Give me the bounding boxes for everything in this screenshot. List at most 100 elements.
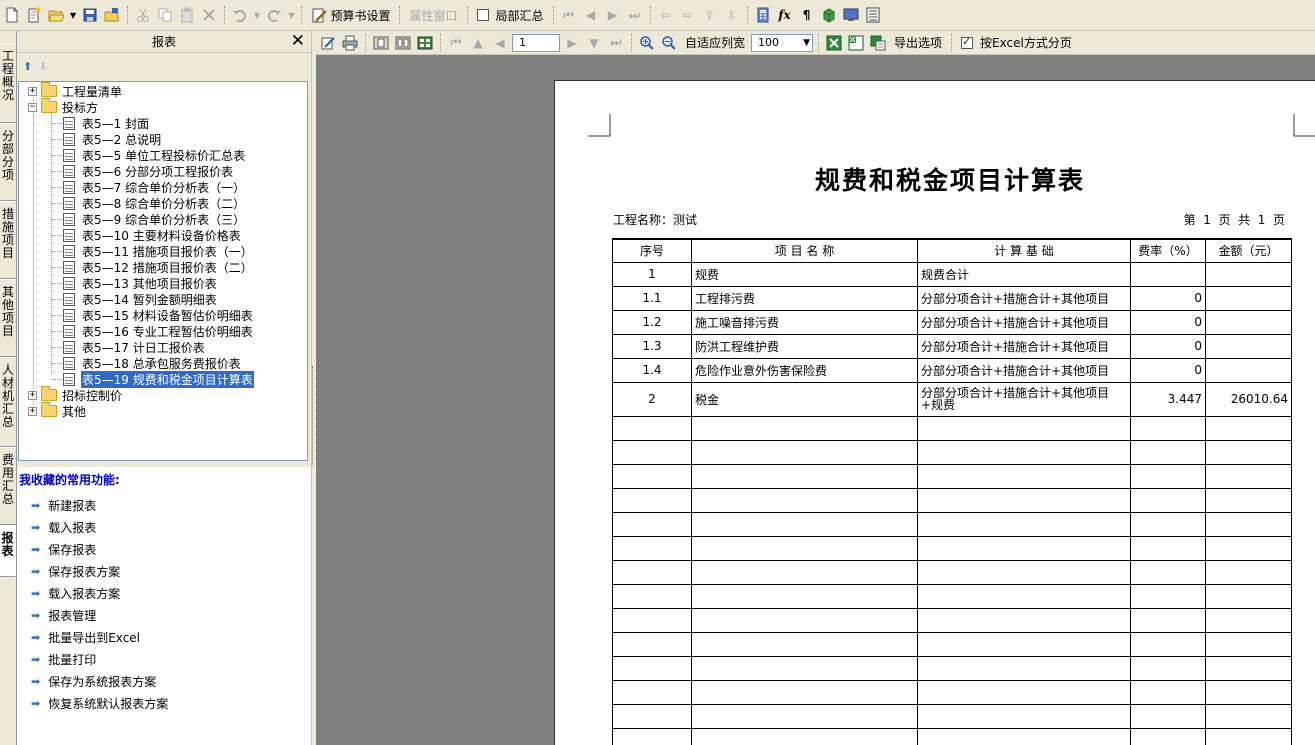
tree-report-item[interactable]: 表5—10 主要材料设备价格表: [63, 227, 242, 243]
next-record-icon[interactable]: ▶: [603, 4, 623, 26]
delete-icon[interactable]: [199, 4, 219, 26]
export-excel-icon[interactable]: [824, 32, 844, 54]
last-record-icon[interactable]: ⏭: [625, 4, 645, 26]
single-page-icon[interactable]: [371, 32, 391, 54]
open-folder-icon[interactable]: [46, 4, 66, 26]
page-number-input[interactable]: 1: [512, 33, 560, 52]
tree-folder[interactable]: + 其他: [28, 402, 87, 419]
zoom-out-icon[interactable]: [659, 32, 679, 54]
tree-report-item[interactable]: 表5—2 总说明: [63, 131, 162, 147]
arrow-left-icon[interactable]: ⇦: [656, 4, 676, 26]
prev-record-icon[interactable]: ◀: [581, 4, 601, 26]
last-page-icon[interactable]: ⏭: [606, 32, 626, 54]
favorite-item[interactable]: ➡ 报表管理: [31, 607, 96, 623]
move-up-icon[interactable]: ⬆: [23, 60, 32, 73]
tree-report-item[interactable]: 表5—13 其他项目报价表: [63, 275, 218, 291]
arrow-right-icon[interactable]: ⇨: [678, 4, 698, 26]
favorite-item[interactable]: ➡ 载入报表方案: [31, 585, 120, 601]
list-icon[interactable]: [863, 4, 883, 26]
property-window-button[interactable]: 属性窗口: [405, 4, 461, 26]
tree-report-item[interactable]: 表5—6 分部分项工程报价表: [63, 163, 234, 179]
undo-icon[interactable]: [230, 4, 250, 26]
cut-icon[interactable]: [133, 4, 153, 26]
paragraph-icon[interactable]: ¶: [797, 4, 817, 26]
tree-report-item[interactable]: 表5—8 综合单价分析表（二）: [63, 195, 246, 211]
copy-icon[interactable]: [155, 4, 175, 26]
expand-icon[interactable]: +: [28, 86, 37, 96]
arrow-up-icon[interactable]: ⇧: [700, 4, 720, 26]
tree-folder[interactable]: + 工程量清单: [28, 82, 123, 99]
next-page-icon[interactable]: ▶: [562, 32, 582, 54]
favorite-item[interactable]: ➡ 批量打印: [31, 651, 96, 667]
calculator-icon[interactable]: [753, 4, 773, 26]
next-section-icon[interactable]: ▼: [584, 32, 604, 54]
collapse-icon[interactable]: −: [28, 102, 37, 112]
export-excel-sheet-icon[interactable]: [846, 32, 866, 54]
chevron-down-icon[interactable]: ▼: [803, 35, 810, 51]
expand-icon[interactable]: +: [28, 406, 37, 416]
tree-report-item[interactable]: 表5—1 封面: [63, 115, 150, 131]
new-icon[interactable]: [2, 4, 22, 26]
first-record-icon[interactable]: ⏮: [559, 4, 579, 26]
tree-report-item[interactable]: 表5—5 单位工程投标价汇总表: [63, 147, 246, 163]
tree-report-item[interactable]: 表5—9 综合单价分析表（三）: [63, 211, 246, 227]
close-icon[interactable]: ✕: [291, 32, 305, 50]
tab-other-items[interactable]: 其他项目: [0, 279, 16, 357]
redo-dropdown-icon[interactable]: ▼: [286, 4, 296, 26]
two-pages-icon[interactable]: [393, 32, 413, 54]
favorite-item[interactable]: ➡ 保存为系统报表方案: [31, 673, 156, 689]
favorite-item[interactable]: ➡ 恢复系统默认报表方案: [31, 695, 168, 711]
tab-cost-summary[interactable]: 费用汇总: [0, 447, 16, 525]
tab-sub-items[interactable]: 分部分项: [0, 123, 16, 201]
tree-report-item[interactable]: 表5—16 专业工程暂估价明细表: [63, 323, 254, 339]
move-down-icon[interactable]: ⬇: [38, 60, 47, 73]
redo-icon[interactable]: [264, 4, 284, 26]
budget-settings-button[interactable]: 预算书设置: [307, 4, 394, 26]
report-preview-canvas[interactable]: 规费和税金项目计算表 工程名称：测试 第 1 页 共 1 页 序号 项 目 名 …: [316, 55, 1315, 745]
export-options-button[interactable]: 导出选项: [890, 32, 946, 54]
zoom-in-icon[interactable]: [637, 32, 657, 54]
print-icon[interactable]: [340, 32, 360, 54]
save-folder-icon[interactable]: [102, 4, 122, 26]
tree-report-item[interactable]: 表5—7 综合单价分析表（一）: [63, 179, 246, 195]
first-page-icon[interactable]: ⏮: [446, 32, 466, 54]
tab-labor-material-summary[interactable]: 人材机汇总: [0, 357, 16, 447]
tree-report-item[interactable]: 表5—17 计日工报价表: [63, 339, 206, 355]
excel-paging-toggle[interactable]: 按Excel方式分页: [957, 32, 1076, 54]
tab-reports[interactable]: 报表: [0, 525, 16, 577]
favorite-item[interactable]: ➡ 新建报表: [31, 497, 96, 513]
paste-icon[interactable]: [177, 4, 197, 26]
tree-report-item[interactable]: 表5—15 材料设备暂估价明细表: [63, 307, 254, 323]
tab-measure-items[interactable]: 措施项目: [0, 201, 16, 279]
tree-folder[interactable]: + 招标控制价: [28, 386, 123, 403]
formula-icon[interactable]: fx: [775, 4, 795, 26]
tree-report-item[interactable]: 表5—12 措施项目报价表（二）: [63, 259, 254, 275]
prev-section-icon[interactable]: ▲: [468, 32, 488, 54]
dropdown-arrow-icon[interactable]: ▼: [68, 4, 78, 26]
favorite-item[interactable]: ➡ 批量导出到Excel: [31, 629, 140, 645]
expand-icon[interactable]: +: [28, 390, 37, 400]
cube-icon[interactable]: [819, 4, 839, 26]
tree-report-item[interactable]: 表5—14 暂列金额明细表: [63, 291, 218, 307]
fit-width-button[interactable]: 自适应列宽: [681, 32, 749, 54]
undo-dropdown-icon[interactable]: ▼: [252, 4, 262, 26]
tree-report-item[interactable]: 表5—18 总承包服务费报价表: [63, 355, 242, 371]
report-tree[interactable]: + 工程量清单 − 投标方 表5—1 封面 表5—2 总说明 表5—5 单位工程投标价汇总表…: [18, 81, 308, 461]
local-summary-toggle[interactable]: 局部汇总: [473, 4, 548, 26]
tab-project-overview[interactable]: 工程概况: [0, 43, 16, 123]
excel-paging-checkbox[interactable]: [961, 35, 974, 49]
tree-report-item[interactable]: 表5—11 措施项目报价表（一）: [63, 243, 254, 259]
tree-report-item[interactable]: 表5—19 规费和税金项目计算表: [63, 370, 254, 388]
monitor-icon[interactable]: [841, 4, 861, 26]
design-report-icon[interactable]: [318, 32, 338, 54]
favorite-item[interactable]: ➡ 保存报表方案: [31, 563, 120, 579]
zoom-select[interactable]: 100 ▼: [751, 33, 814, 52]
arrow-down-icon[interactable]: ⇩: [722, 4, 742, 26]
favorite-item[interactable]: ➡ 载入报表: [31, 519, 96, 535]
favorite-item[interactable]: ➡ 保存报表: [31, 541, 96, 557]
new-project-icon[interactable]: [24, 4, 44, 26]
save-icon[interactable]: [80, 4, 100, 26]
prev-page-icon[interactable]: ◀: [490, 32, 510, 54]
export-all-icon[interactable]: [868, 32, 888, 54]
multi-pages-icon[interactable]: [415, 32, 435, 54]
